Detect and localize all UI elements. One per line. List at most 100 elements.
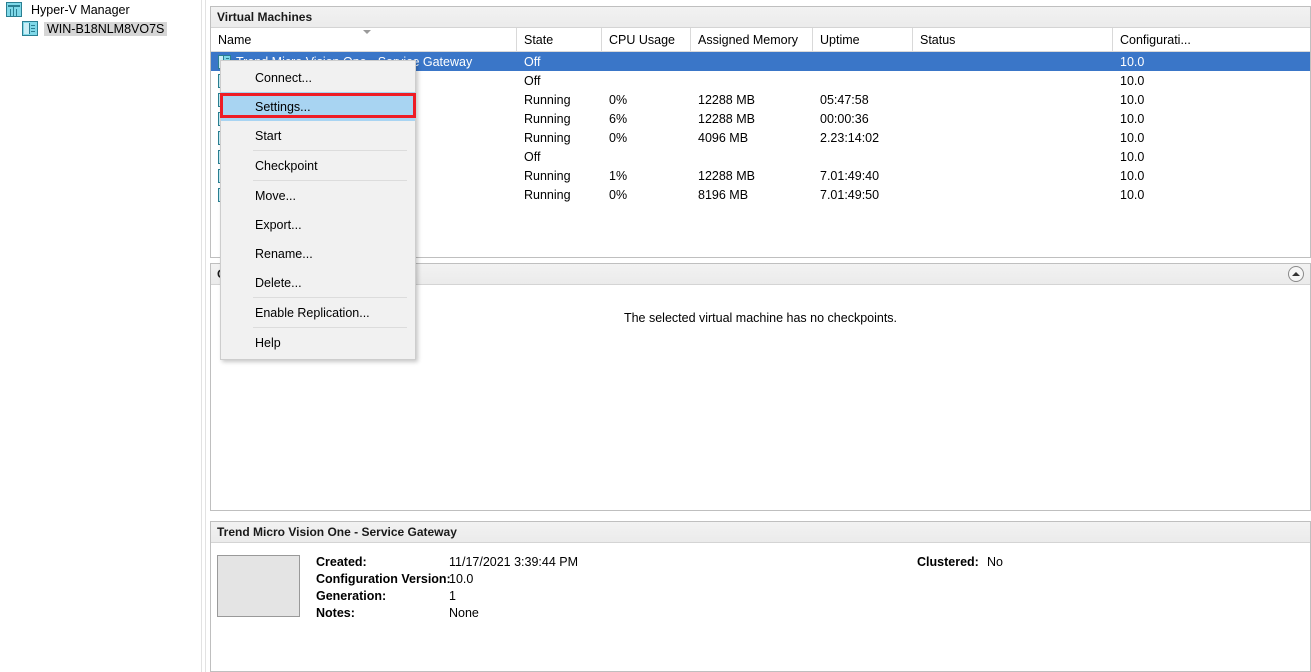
cell-uptime: 00:00:36 [813, 109, 913, 128]
vm-thumbnail [217, 555, 300, 617]
cell-status [913, 147, 1113, 166]
detail-value: None [449, 606, 578, 620]
cell-configuration: 10.0 [1113, 52, 1198, 71]
menu-item-start[interactable]: Start [221, 121, 415, 150]
menu-item-delete[interactable]: Delete... [221, 268, 415, 297]
cell-memory [691, 147, 813, 166]
column-header-cpu-label: CPU Usage [609, 33, 675, 47]
column-header-state[interactable]: State [517, 28, 602, 52]
hyperv-manager-icon [6, 2, 22, 17]
column-header-state-label: State [524, 33, 553, 47]
menu-item-enable-replication[interactable]: Enable Replication... [221, 298, 415, 327]
cell-configuration: 10.0 [1113, 185, 1198, 204]
cell-configuration: 10.0 [1113, 90, 1198, 109]
sort-descending-icon [363, 30, 371, 34]
column-header-cpu[interactable]: CPU Usage [602, 28, 691, 52]
cell-memory: 12288 MB [691, 90, 813, 109]
cell-memory: 8196 MB [691, 185, 813, 204]
detail-label-clustered: Clustered: [917, 555, 987, 569]
cell-state: Running [517, 185, 602, 204]
cell-state: Off [517, 52, 602, 71]
cell-configuration: 10.0 [1113, 166, 1198, 185]
detail-value: 1 [449, 589, 578, 603]
column-header-name-label: Name [218, 33, 251, 47]
checkpoints-empty-message: The selected virtual machine has no chec… [624, 311, 897, 510]
pane-splitter[interactable] [202, 0, 210, 672]
cell-state: Running [517, 166, 602, 185]
cell-memory [691, 71, 813, 90]
cell-memory: 4096 MB [691, 128, 813, 147]
virtual-machines-panel-header: Virtual Machines [211, 7, 1310, 28]
detail-value: 10.0 [449, 572, 578, 586]
cell-status [913, 185, 1113, 204]
cell-cpu [602, 147, 691, 166]
vm-detail-fields: Created:11/17/2021 3:39:44 PMConfigurati… [316, 555, 578, 671]
column-header-name[interactable]: Name [211, 28, 517, 52]
cell-configuration: 10.0 [1113, 147, 1198, 166]
column-header-status[interactable]: Status [913, 28, 1113, 52]
cell-cpu: 0% [602, 90, 691, 109]
column-header-configuration[interactable]: Configurati... [1113, 28, 1198, 52]
detail-label: Generation: [316, 589, 449, 603]
cell-status [913, 128, 1113, 147]
menu-item-help[interactable]: Help [221, 328, 415, 357]
cell-memory: 12288 MB [691, 109, 813, 128]
cell-uptime: 2.23:14:02 [813, 128, 913, 147]
detail-label: Configuration Version: [316, 572, 449, 586]
menu-item-export[interactable]: Export... [221, 210, 415, 239]
vm-detail-panel-title: Trend Micro Vision One - Service Gateway [217, 525, 457, 539]
column-header-status-label: Status [920, 33, 955, 47]
cell-state: Off [517, 71, 602, 90]
detail-label: Created: [316, 555, 449, 569]
cell-state: Running [517, 90, 602, 109]
vm-detail-body: Created:11/17/2021 3:39:44 PMConfigurati… [211, 543, 1310, 671]
virtual-machines-panel-title: Virtual Machines [217, 10, 312, 24]
cell-configuration: 10.0 [1113, 109, 1198, 128]
tree-item-hyper-v-manager-label: Hyper-V Manager [28, 3, 133, 17]
menu-item-rename[interactable]: Rename... [221, 239, 415, 268]
column-header-memory[interactable]: Assigned Memory [691, 28, 813, 52]
tree-item-host[interactable]: WIN-B18NLM8VO7S [0, 19, 201, 38]
cell-status [913, 109, 1113, 128]
hyperv-host-icon [22, 21, 38, 36]
menu-item-connect[interactable]: Connect... [221, 63, 415, 92]
menu-item-checkpoint[interactable]: Checkpoint [221, 151, 415, 180]
tree-item-host-label: WIN-B18NLM8VO7S [44, 22, 167, 36]
cell-status [913, 52, 1113, 71]
detail-value-clustered: No [987, 555, 1003, 569]
vm-detail-panel-header: Trend Micro Vision One - Service Gateway [211, 522, 1310, 543]
detail-label: Notes: [316, 606, 449, 620]
menu-item-move[interactable]: Move... [221, 181, 415, 210]
column-header-uptime[interactable]: Uptime [813, 28, 913, 52]
cell-configuration: 10.0 [1113, 128, 1198, 147]
vm-context-menu[interactable]: Connect...Settings...StartCheckpointMove… [220, 60, 416, 360]
cell-state: Running [517, 128, 602, 147]
cell-cpu: 6% [602, 109, 691, 128]
cell-uptime: 05:47:58 [813, 90, 913, 109]
column-header-uptime-label: Uptime [820, 33, 860, 47]
hyper-v-manager-window: Hyper-V Manager WIN-B18NLM8VO7S Virtual … [0, 0, 1311, 672]
cell-memory [691, 52, 813, 71]
cell-uptime [813, 147, 913, 166]
cell-uptime [813, 71, 913, 90]
cell-uptime: 7.01:49:40 [813, 166, 913, 185]
vm-detail-fields-right: Clustered:No [917, 555, 1003, 569]
cell-configuration: 10.0 [1113, 71, 1198, 90]
chevron-up-icon[interactable] [1288, 266, 1304, 282]
cell-cpu: 0% [602, 128, 691, 147]
virtual-machines-table-header: Name State CPU Usage Assigned Memory Uptime S… [211, 28, 1310, 52]
cell-cpu [602, 52, 691, 71]
tree-item-hyper-v-manager[interactable]: Hyper-V Manager [0, 0, 201, 19]
cell-cpu [602, 71, 691, 90]
cell-cpu: 0% [602, 185, 691, 204]
cell-status [913, 166, 1113, 185]
cell-uptime: 7.01:49:50 [813, 185, 913, 204]
navigation-tree-pane: Hyper-V Manager WIN-B18NLM8VO7S [0, 0, 202, 672]
cell-uptime [813, 52, 913, 71]
cell-memory: 12288 MB [691, 166, 813, 185]
vm-detail-panel: Trend Micro Vision One - Service Gateway… [210, 521, 1311, 672]
cell-status [913, 90, 1113, 109]
detail-value: 11/17/2021 3:39:44 PM [449, 555, 578, 569]
menu-item-settings[interactable]: Settings... [221, 92, 415, 121]
column-header-configuration-label: Configurati... [1120, 33, 1191, 47]
